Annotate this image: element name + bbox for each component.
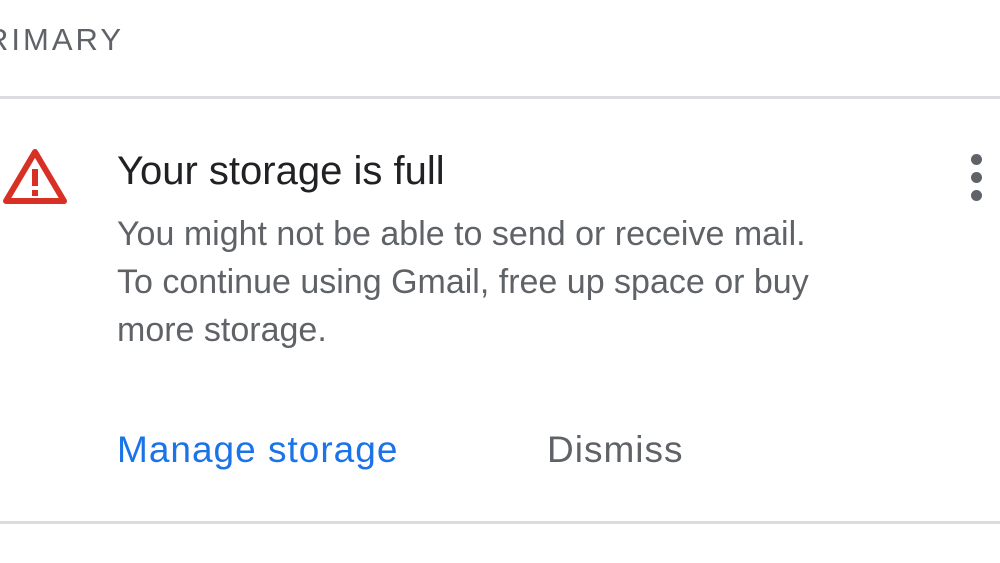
dismiss-button[interactable]: Dismiss (547, 424, 683, 476)
notice-body-line: You might not be able to send or receive… (117, 215, 806, 253)
more-vert-icon-dot (971, 172, 982, 183)
notice-body: You might not be able to send or receive… (117, 210, 967, 354)
notice-title: Your storage is full (117, 149, 445, 193)
more-vert-icon-dot (971, 190, 982, 201)
card-divider (0, 521, 1000, 524)
notice-body-line: To continue using Gmail, free up space o… (117, 263, 809, 301)
more-options-button[interactable] (958, 148, 998, 206)
more-vert-icon (971, 154, 982, 165)
section-header-primary: RIMARY (0, 22, 125, 57)
manage-storage-button[interactable]: Manage storage (117, 424, 398, 476)
notice-body-line: more storage. (117, 311, 327, 349)
warning-triangle-icon (2, 147, 68, 205)
